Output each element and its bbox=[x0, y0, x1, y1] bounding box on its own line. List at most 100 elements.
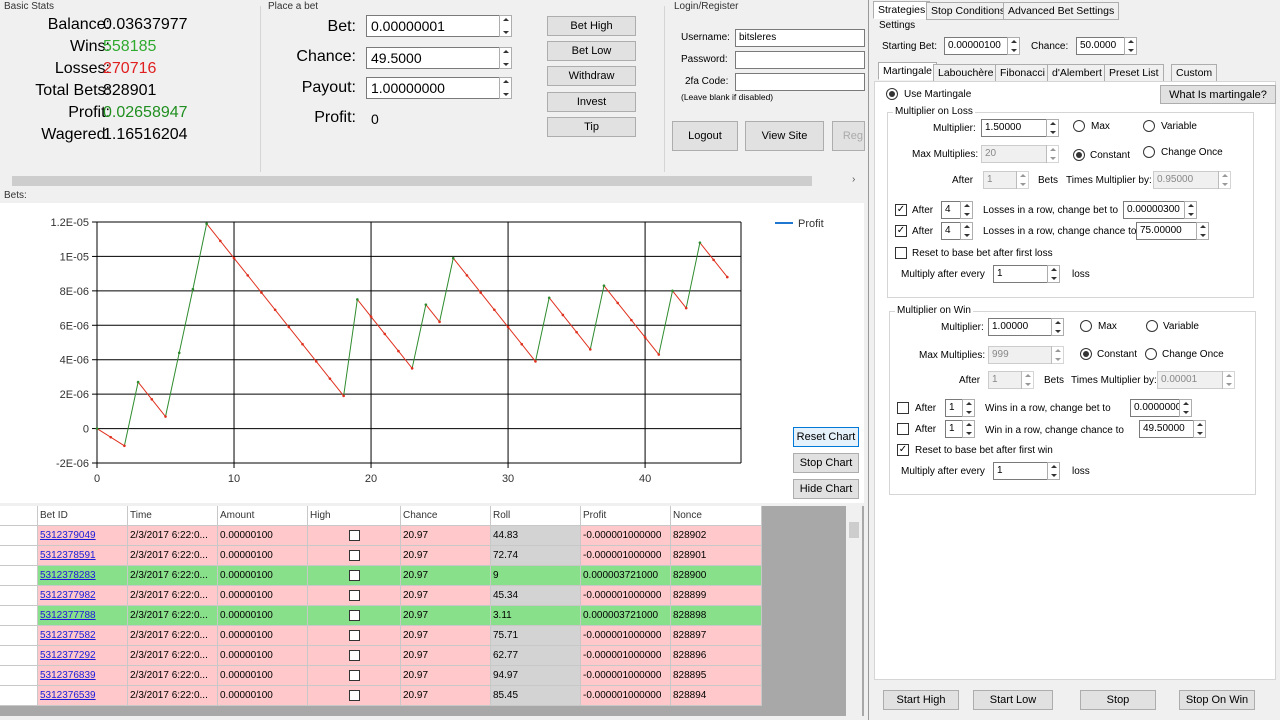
table-row[interactable]: 5312377982 2/3/2017 6:22:0... 0.00000100 20… bbox=[0, 586, 762, 606]
strategy-chance-input[interactable]: 50.0000 bbox=[1076, 37, 1125, 55]
row-header[interactable] bbox=[0, 646, 38, 666]
win-max-radio[interactable] bbox=[1080, 320, 1092, 332]
high-checkbox[interactable] bbox=[349, 690, 360, 701]
strategy-chance-spinner[interactable] bbox=[1124, 37, 1137, 55]
tab-preset-list[interactable]: Preset List bbox=[1104, 64, 1164, 82]
win-change-bet-spinner[interactable] bbox=[1179, 399, 1192, 417]
bet-id-link[interactable]: 5312376839 bbox=[40, 670, 96, 681]
logout-button[interactable]: Logout bbox=[672, 121, 738, 151]
loss-times-multiplier-input[interactable]: 0.95000 bbox=[1153, 171, 1219, 189]
win-after1-input[interactable]: 1 bbox=[945, 399, 963, 417]
tab-dalembert[interactable]: d'Alembert bbox=[1047, 64, 1107, 82]
payout-spinner[interactable] bbox=[499, 77, 512, 99]
use-martingale-radio[interactable] bbox=[886, 88, 898, 100]
win-change-chance-spinner[interactable] bbox=[1193, 420, 1206, 438]
bet-id-link[interactable]: 5312377788 bbox=[40, 610, 96, 621]
table-scrollbar-thumb[interactable] bbox=[849, 522, 859, 538]
view-site-button[interactable]: View Site bbox=[745, 121, 824, 151]
reset-chart-button[interactable]: Reset Chart bbox=[793, 427, 859, 447]
row-header[interactable] bbox=[0, 666, 38, 686]
loss-times-multiplier-spinner[interactable] bbox=[1218, 171, 1231, 189]
start-high-button[interactable]: Start High bbox=[883, 690, 959, 710]
high-checkbox[interactable] bbox=[349, 550, 360, 561]
win-times-multiplier-spinner[interactable] bbox=[1222, 371, 1235, 389]
bet-high-button[interactable]: Bet High bbox=[547, 16, 636, 36]
loss-max-multiplies-input[interactable]: 20 bbox=[981, 145, 1047, 163]
loss-constant-radio[interactable] bbox=[1073, 149, 1085, 161]
col-header-roll[interactable]: Roll bbox=[491, 506, 581, 526]
col-header-bet-id[interactable]: Bet ID bbox=[38, 506, 128, 526]
payout-input[interactable]: 1.00000000 bbox=[366, 77, 500, 99]
what-is-martingale-button[interactable]: What Is martingale? bbox=[1160, 85, 1276, 104]
high-checkbox[interactable] bbox=[349, 610, 360, 621]
high-checkbox-cell[interactable] bbox=[308, 606, 401, 626]
table-row[interactable]: 5312377292 2/3/2017 6:22:0... 0.00000100 20… bbox=[0, 646, 762, 666]
table-row[interactable]: 5312378283 2/3/2017 6:22:0... 0.00000100 20… bbox=[0, 566, 762, 586]
row-header[interactable] bbox=[0, 586, 38, 606]
scrollbar-thumb[interactable] bbox=[12, 176, 812, 186]
win-change-bet-input[interactable]: 0.00000005 bbox=[1130, 399, 1187, 417]
high-checkbox[interactable] bbox=[349, 630, 360, 641]
bet-id-cell[interactable]: 5312379049 bbox=[38, 526, 128, 546]
col-header-chance[interactable]: Chance bbox=[401, 506, 491, 526]
table-row[interactable]: 5312376839 2/3/2017 6:22:0... 0.00000100 20… bbox=[0, 666, 762, 686]
row-header[interactable] bbox=[0, 626, 38, 646]
row-header[interactable] bbox=[0, 686, 38, 706]
loss-variable-radio[interactable] bbox=[1143, 120, 1155, 132]
bet-id-cell[interactable]: 5312377292 bbox=[38, 646, 128, 666]
bet-id-cell[interactable]: 5312377788 bbox=[38, 606, 128, 626]
loss-multiplier-spinner[interactable] bbox=[1046, 119, 1059, 137]
win-multiply-every-spinner[interactable] bbox=[1047, 462, 1060, 480]
loss-change-chance-spinner[interactable] bbox=[1196, 222, 1209, 240]
win-multiply-every-input[interactable]: 1 bbox=[993, 462, 1048, 480]
bet-id-link[interactable]: 5312379049 bbox=[40, 530, 96, 541]
scroll-right-icon[interactable]: › bbox=[852, 174, 855, 185]
loss-after2-spinner[interactable] bbox=[960, 222, 973, 240]
tab-fibonacci[interactable]: Fibonacci bbox=[995, 64, 1050, 82]
win-times-multiplier-input[interactable]: 0.00001 bbox=[1157, 371, 1223, 389]
loss-after2-checkbox[interactable]: ✓ bbox=[895, 225, 907, 237]
win-max-multiplies-input[interactable]: 999 bbox=[988, 346, 1052, 364]
table-row[interactable]: 5312377788 2/3/2017 6:22:0... 0.00000100 20… bbox=[0, 606, 762, 626]
row-header[interactable] bbox=[0, 526, 38, 546]
bet-id-cell[interactable]: 5312377582 bbox=[38, 626, 128, 646]
tab-stop-conditions[interactable]: Stop Conditions bbox=[926, 2, 1011, 20]
bet-id-link[interactable]: 5312378283 bbox=[40, 570, 96, 581]
win-max-multiplies-spinner[interactable] bbox=[1051, 346, 1064, 364]
loss-after1-checkbox[interactable]: ✓ bbox=[895, 204, 907, 216]
bet-id-link[interactable]: 5312377582 bbox=[40, 630, 96, 641]
win-change-once-radio[interactable] bbox=[1145, 348, 1157, 360]
twofa-input[interactable] bbox=[735, 73, 865, 91]
row-header[interactable] bbox=[0, 546, 38, 566]
loss-after-input[interactable]: 1 bbox=[983, 171, 1017, 189]
win-constant-radio[interactable] bbox=[1080, 348, 1092, 360]
win-after2-checkbox[interactable] bbox=[897, 423, 909, 435]
bet-id-cell[interactable]: 5312377982 bbox=[38, 586, 128, 606]
bet-id-cell[interactable]: 5312378591 bbox=[38, 546, 128, 566]
loss-after-spinner[interactable] bbox=[1016, 171, 1029, 189]
bet-low-button[interactable]: Bet Low bbox=[547, 41, 636, 61]
high-checkbox-cell[interactable] bbox=[308, 586, 401, 606]
bet-id-link[interactable]: 5312377982 bbox=[40, 590, 96, 601]
loss-change-once-radio[interactable] bbox=[1143, 146, 1155, 158]
row-header[interactable] bbox=[0, 566, 38, 586]
bet-id-cell[interactable]: 5312378283 bbox=[38, 566, 128, 586]
bet-id-link[interactable]: 5312376539 bbox=[40, 690, 96, 701]
high-checkbox-cell[interactable] bbox=[308, 546, 401, 566]
chance-input[interactable]: 49.5000 bbox=[366, 47, 500, 69]
high-checkbox[interactable] bbox=[349, 570, 360, 581]
username-input[interactable]: bitsleres bbox=[735, 29, 865, 47]
bet-amount-spinner[interactable] bbox=[499, 15, 512, 37]
hide-chart-button[interactable]: Hide Chart bbox=[793, 479, 859, 499]
high-checkbox[interactable] bbox=[349, 530, 360, 541]
high-checkbox[interactable] bbox=[349, 590, 360, 601]
tab-custom[interactable]: Custom bbox=[1171, 64, 1218, 82]
bet-id-cell[interactable]: 5312376839 bbox=[38, 666, 128, 686]
password-input[interactable] bbox=[735, 51, 865, 69]
loss-after1-input[interactable]: 4 bbox=[941, 201, 961, 219]
loss-change-chance-input[interactable]: 75.00000 bbox=[1136, 222, 1197, 240]
win-reset-checkbox[interactable]: ✓ bbox=[897, 444, 909, 456]
withdraw-button[interactable]: Withdraw bbox=[547, 66, 636, 86]
bet-id-link[interactable]: 5312378591 bbox=[40, 550, 96, 561]
loss-max-multiplies-spinner[interactable] bbox=[1046, 145, 1059, 163]
